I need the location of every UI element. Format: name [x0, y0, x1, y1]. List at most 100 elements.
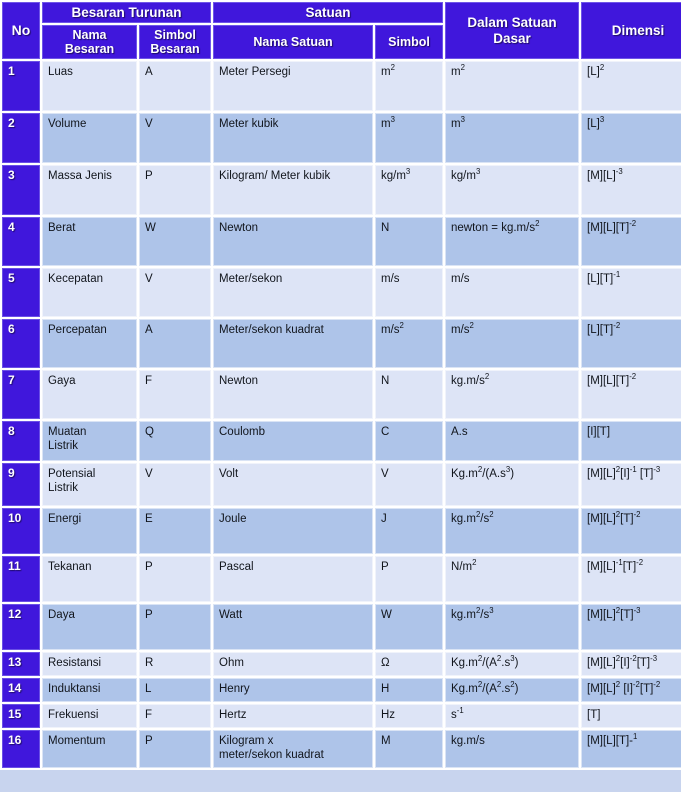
table-header: No Besaran Turunan Satuan Dalam Satuan Da…: [2, 2, 681, 60]
cell-simbol-besaran: R: [139, 652, 211, 677]
cell-simbol: P: [375, 556, 444, 603]
cell-nama-satuan: Henry: [213, 678, 373, 703]
row-number: 7: [2, 370, 40, 420]
row-number: 15: [2, 704, 40, 729]
cell-dimensi: [L][T]-2: [581, 319, 681, 369]
cell-nama-besaran: Luas: [42, 61, 137, 112]
row-number: 9: [2, 463, 40, 507]
header-no: No: [2, 2, 40, 60]
cell-satuan-dasar: A.s: [445, 421, 580, 462]
table-row: 2 Volume V Meter kubik m3 m3 [L]3: [2, 113, 681, 164]
cell-nama-besaran: Resistansi: [42, 652, 137, 677]
cell-nama-besaran: Energi: [42, 508, 137, 555]
header-nama-besaran: Nama Besaran: [42, 25, 137, 60]
table-row: 6 Percepatan A Meter/sekon kuadrat m/s2 m/s2[…: [2, 319, 681, 369]
cell-nama-satuan: Hertz: [213, 704, 373, 729]
cell-nama-satuan: Coulomb: [213, 421, 373, 462]
cell-simbol: N: [375, 217, 444, 267]
header-dalam-satuan-dasar: Dalam Satuan Dasar: [445, 2, 580, 60]
cell-dimensi: [L][T]-1: [581, 268, 681, 318]
cell-dimensi: [L]2: [581, 61, 681, 112]
cell-simbol: m3: [375, 113, 444, 164]
cell-nama-satuan: Newton: [213, 370, 373, 420]
cell-simbol: C: [375, 421, 444, 462]
header-simbol-besaran: Simbol Besaran: [139, 25, 211, 60]
cell-nama-satuan: Joule: [213, 508, 373, 555]
cell-nama-satuan: Newton: [213, 217, 373, 267]
row-number: 2: [2, 113, 40, 164]
cell-nama-satuan: Meter/sekon kuadrat: [213, 319, 373, 369]
cell-nama-satuan: Pascal: [213, 556, 373, 603]
cell-simbol: M: [375, 730, 444, 769]
cell-nama-besaran: Frekuensi: [42, 704, 137, 729]
cell-satuan-dasar: kg.m2/s2: [445, 508, 580, 555]
cell-nama-besaran: Massa Jenis: [42, 165, 137, 216]
cell-simbol-besaran: E: [139, 508, 211, 555]
cell-simbol-besaran: W: [139, 217, 211, 267]
table-row: 7 Gaya F Newton Nkg.m/s2 [M][L][T]-2: [2, 370, 681, 420]
cell-simbol: N: [375, 370, 444, 420]
besaran-turunan-table: No Besaran Turunan Satuan Dalam Satuan Da…: [0, 0, 681, 771]
cell-simbol-besaran: A: [139, 61, 211, 112]
cell-simbol-besaran: F: [139, 704, 211, 729]
cell-simbol-besaran: P: [139, 730, 211, 769]
cell-satuan-dasar: Kg.m2/(A2.s3): [445, 652, 580, 677]
table-row: 12 Daya P Watt Wkg.m2/s3 [M][L]2[T]-3: [2, 604, 681, 651]
cell-dimensi: [M][L]2[I]-1 [T]-3: [581, 463, 681, 507]
cell-satuan-dasar: m/s2: [445, 319, 580, 369]
cell-dimensi: [I][T]: [581, 421, 681, 462]
cell-simbol: m2: [375, 61, 444, 112]
cell-dimensi: [L]3: [581, 113, 681, 164]
cell-nama-besaran: Momentum: [42, 730, 137, 769]
table-row: 3 Massa Jenis P Kilogram/ Meter kubik kg/m3 k…: [2, 165, 681, 216]
row-number: 13: [2, 652, 40, 677]
cell-nama-besaran: Induktansi: [42, 678, 137, 703]
cell-nama-besaran: Muatan Listrik: [42, 421, 137, 462]
cell-satuan-dasar: m/s: [445, 268, 580, 318]
cell-satuan-dasar: kg.m/s: [445, 730, 580, 769]
cell-nama-satuan: Meter kubik: [213, 113, 373, 164]
cell-nama-satuan: Volt: [213, 463, 373, 507]
row-number: 12: [2, 604, 40, 651]
header-dimensi: Dimensi: [581, 2, 681, 60]
cell-nama-besaran: Tekanan: [42, 556, 137, 603]
table-row: 9 Potensial Listrik V Volt V Kg.m2/(A.s3) [M][L…: [2, 463, 681, 507]
cell-dimensi: [M][L]2[T]-2: [581, 508, 681, 555]
cell-satuan-dasar: kg.m/s2: [445, 370, 580, 420]
cell-nama-satuan: Meter Persegi: [213, 61, 373, 112]
cell-nama-besaran: Volume: [42, 113, 137, 164]
row-number: 5: [2, 268, 40, 318]
cell-simbol: m/s2: [375, 319, 444, 369]
cell-simbol: Hz: [375, 704, 444, 729]
row-number: 3: [2, 165, 40, 216]
cell-dimensi: [M][L][T]-2: [581, 217, 681, 267]
row-number: 10: [2, 508, 40, 555]
cell-simbol-besaran: P: [139, 556, 211, 603]
table-row: 13 Resistansi R Ohm Ω Kg.m2/(A2.s3) [M][L]2[I]…: [2, 652, 681, 677]
table-row: 14 Induktansi L Henry H Kg.m2/(A2.s2) [M][L]2 …: [2, 678, 681, 703]
cell-simbol: m/s: [375, 268, 444, 318]
table-row: 4 Berat W Newton Nnewton = kg.m/s2 [M][L][T]-…: [2, 217, 681, 267]
cell-simbol-besaran: V: [139, 113, 211, 164]
row-number: 1: [2, 61, 40, 112]
cell-simbol: Ω: [375, 652, 444, 677]
table-row: 8 Muatan Listrik Q Coulomb C A.s [I][T]: [2, 421, 681, 462]
table-container: No Besaran Turunan Satuan Dalam Satuan Da…: [0, 0, 681, 792]
cell-simbol: kg/m3: [375, 165, 444, 216]
cell-simbol: J: [375, 508, 444, 555]
cell-satuan-dasar: m3: [445, 113, 580, 164]
cell-nama-besaran: Potensial Listrik: [42, 463, 137, 507]
header-simbol: Simbol: [375, 25, 444, 60]
cell-simbol-besaran: L: [139, 678, 211, 703]
cell-nama-besaran: Percepatan: [42, 319, 137, 369]
cell-satuan-dasar: Kg.m2/(A.s3): [445, 463, 580, 507]
cell-dimensi: [M][L]2[I]-2[T]-3: [581, 652, 681, 677]
cell-nama-satuan: Watt: [213, 604, 373, 651]
cell-dimensi: [M][L]-3: [581, 165, 681, 216]
cell-dimensi: [M][L][T]-1: [581, 730, 681, 769]
table-body: 1 Luas A Meter Persegi m2 m2 [L]2 2 Volume V Meter…: [2, 61, 681, 769]
row-number: 4: [2, 217, 40, 267]
cell-simbol-besaran: F: [139, 370, 211, 420]
table-row: 16 Momentum P Kilogram x meter/sekon kuadrat…: [2, 730, 681, 769]
cell-simbol-besaran: V: [139, 268, 211, 318]
